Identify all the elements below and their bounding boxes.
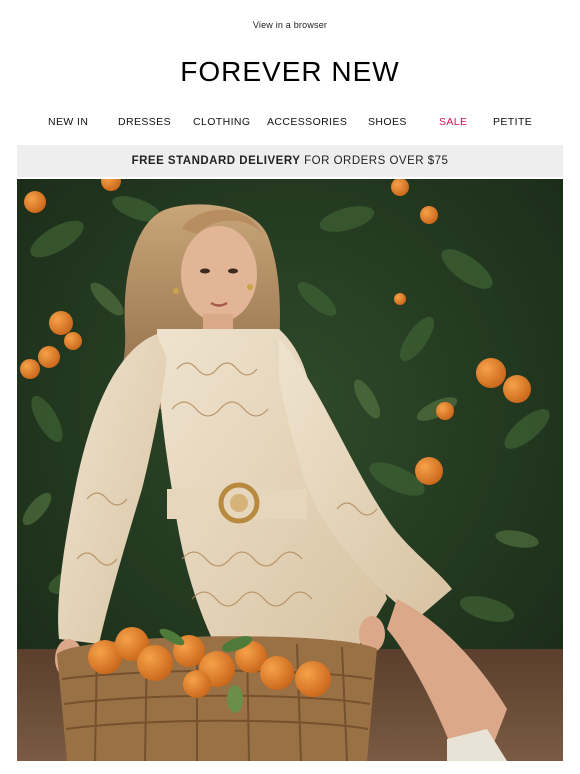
view-in-browser-link[interactable]: View in a browser: [0, 20, 580, 30]
nav-item-shoes[interactable]: SHOES: [368, 116, 407, 128]
nav-item-clothing[interactable]: CLOTHING: [193, 116, 250, 128]
nav-item-new-in[interactable]: NEW IN: [48, 116, 88, 128]
banner-bold-text: FREE STANDARD DELIVERY: [131, 155, 301, 167]
nav-item-sale[interactable]: SALE: [439, 116, 467, 128]
main-nav: NEW IN DRESSES CLOTHING ACCESSORIES SHOE…: [35, 116, 545, 130]
nav-item-accessories[interactable]: ACCESSORIES: [267, 116, 347, 128]
brand-logo[interactable]: FOREVER NEW: [0, 56, 580, 88]
nav-item-dresses[interactable]: DRESSES: [118, 116, 171, 128]
hero-image[interactable]: [17, 179, 563, 761]
nav-item-petite[interactable]: PETITE: [493, 116, 532, 128]
hero-illustration: [17, 179, 563, 761]
banner-text: FOR ORDERS OVER $75: [304, 155, 449, 167]
delivery-banner[interactable]: FREE STANDARD DELIVERY FOR ORDERS OVER $…: [17, 145, 563, 177]
